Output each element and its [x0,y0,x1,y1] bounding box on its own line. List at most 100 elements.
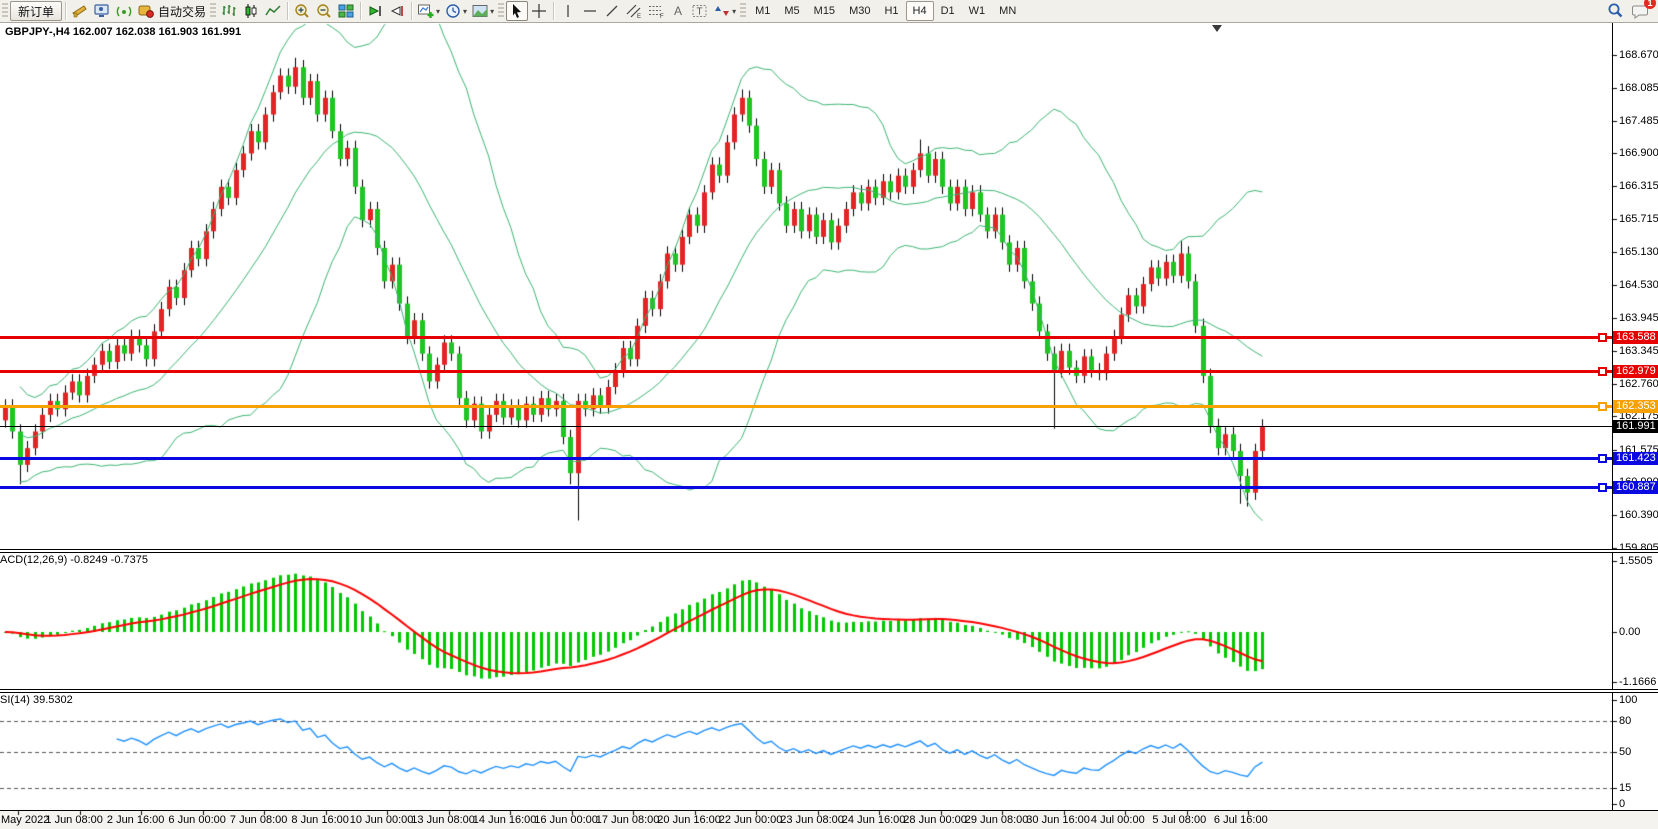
horizontal-line-tool[interactable] [579,1,601,21]
toolbar-grip[interactable] [2,3,8,19]
separator [65,2,66,20]
time-axis-label: 8 Jun 16:00 [291,814,349,826]
time-axis-label: 22 Jun 00:00 [719,814,783,826]
price-line[interactable] [0,405,1612,408]
chevron-down-icon[interactable]: ▾ [436,7,440,16]
price-line-anchor [1598,483,1607,492]
price-line-anchor [1598,333,1607,342]
templates-button[interactable]: ▾ [469,1,496,21]
arrows-tool[interactable]: ▾ [711,1,738,21]
text-label-tool[interactable]: T [689,1,711,21]
cursor-tool-button[interactable] [506,1,528,21]
new-order-button[interactable]: 新订单 [10,1,62,21]
chevron-down-icon[interactable]: ▾ [732,7,736,16]
search-button[interactable] [1604,1,1626,21]
chart-surface[interactable] [0,0,1658,828]
time-axis-label: 1 Jun 08:00 [45,814,103,826]
trendline-tool[interactable] [601,1,623,21]
price-axis-label: 163.945 [1619,312,1658,324]
time-axis-label: 23 Jun 08:00 [780,814,844,826]
vertical-line-tool[interactable] [557,1,579,21]
chart-shift-button[interactable] [386,1,408,21]
signals-button[interactable] [113,1,135,21]
price-line[interactable] [0,457,1612,460]
search-icon [1606,2,1624,20]
price-axis-label: 162.760 [1619,378,1658,390]
tile-windows-button[interactable] [335,1,357,21]
notifications-button[interactable]: 1 [1630,1,1652,21]
time-axis-label: 16 Jun 00:00 [534,814,598,826]
autotrading-label: 自动交易 [158,3,206,20]
timeframe-button-h4[interactable]: H4 [906,1,934,21]
zoom-in-button[interactable] [291,1,313,21]
timeframe-button-w1[interactable]: W1 [962,1,993,21]
template-icon [471,3,489,19]
bar-chart-button[interactable] [218,1,240,21]
timeframe-button-m15[interactable]: M15 [807,1,842,21]
separator [411,2,412,20]
price-axis-label: 160.390 [1619,509,1658,521]
price-axis-label: 163.345 [1619,345,1658,357]
crosshair-tool-button[interactable] [528,1,550,21]
rsi-axis-label: 100 [1619,694,1637,706]
panel-splitter[interactable] [0,549,1658,553]
periods-button[interactable]: ▾ [442,1,469,21]
vertical-line-icon [561,3,575,19]
price-line[interactable] [0,370,1612,373]
timeframe-button-m5[interactable]: M5 [777,1,806,21]
toolbar-grip[interactable] [498,3,504,19]
text-icon: A [670,3,686,19]
rsi-axis-label: 50 [1619,746,1631,758]
bar-chart-icon [220,3,238,19]
toolbar-grip[interactable] [210,3,216,19]
terminal-button[interactable] [91,1,113,21]
fibonacci-icon: F [647,3,665,19]
indicators-button[interactable]: ▾ [415,1,442,21]
auto-scroll-button[interactable] [364,1,386,21]
channel-tool[interactable]: E [623,1,645,21]
fibonacci-tool[interactable]: F [645,1,667,21]
line-chart-button[interactable] [262,1,284,21]
rsi-indicator-label: SI(14) 39.5302 [0,694,73,706]
panel-splitter[interactable] [0,689,1658,693]
timeframe-button-m1[interactable]: M1 [748,1,777,21]
price-line-anchor [1598,454,1607,463]
time-axis-label: 14 Jun 16:00 [473,814,537,826]
svg-text:T: T [697,7,703,18]
chevron-down-icon[interactable]: ▾ [463,7,467,16]
autotrading-icon [137,3,155,19]
timeframe-toolbar: M1M5M15M30H1H4D1W1MN [748,1,1023,21]
notification-badge: 1 [1644,0,1656,9]
autotrading-button[interactable]: 自动交易 [135,1,208,21]
news-horn-button[interactable] [69,1,91,21]
zoom-in-icon [293,3,311,19]
price-axis-label: 166.900 [1619,147,1658,159]
separator [553,2,554,20]
crosshair-icon [531,3,547,19]
time-axis-label: 30 Jun 16:00 [1026,814,1090,826]
timeframe-button-mn[interactable]: MN [992,1,1023,21]
auto-scroll-icon [366,3,384,19]
timeframe-button-m30[interactable]: M30 [842,1,877,21]
rsi-axis-label: 80 [1619,715,1631,727]
price-line[interactable] [0,336,1612,339]
svg-text:F: F [660,14,664,19]
price-axis-label: 165.715 [1619,213,1658,225]
text-label-icon: T [691,3,709,19]
svg-text:A: A [674,4,682,18]
price-line[interactable] [0,486,1612,489]
rsi-axis-label: 15 [1619,782,1631,794]
timeframe-button-d1[interactable]: D1 [934,1,962,21]
chevron-down-icon[interactable]: ▾ [490,7,494,16]
chart-shift-marker-icon[interactable] [1212,25,1222,32]
zoom-out-button[interactable] [313,1,335,21]
toolbar-grip[interactable] [740,3,746,19]
chart-title: GBPJPY-,H4 162.007 162.038 161.903 161.9… [5,26,241,38]
price-line-badge: 160.887 [1613,481,1658,494]
text-tool[interactable]: A [667,1,689,21]
time-axis-label: 2 Jun 16:00 [107,814,165,826]
candlestick-chart-button[interactable] [240,1,262,21]
time-axis-label: 13 Jun 08:00 [411,814,475,826]
timeframe-button-h1[interactable]: H1 [877,1,905,21]
time-axis-label: 17 Jun 08:00 [596,814,660,826]
